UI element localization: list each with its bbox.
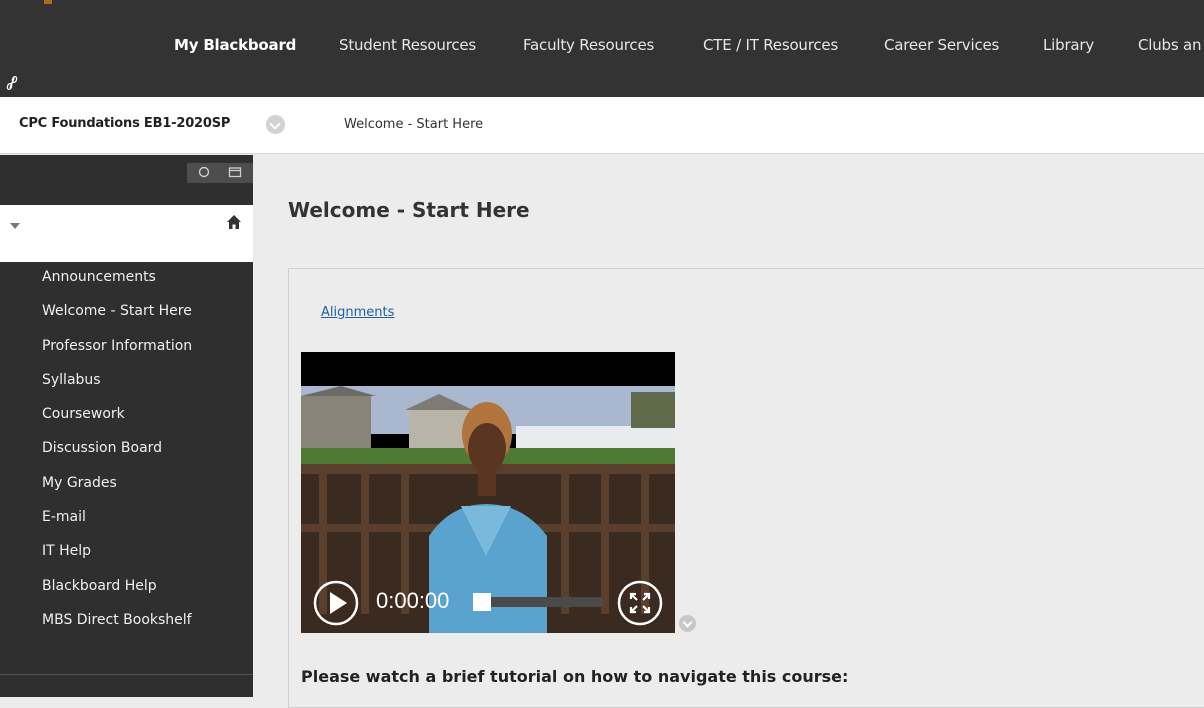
course-menu-sidebar: Announcements Welcome - Start Here Profe… xyxy=(0,155,253,697)
sidebar-item-coursework[interactable]: Coursework xyxy=(0,399,253,433)
sidebar-item-announcements[interactable]: Announcements xyxy=(0,262,253,296)
tab-faculty-resources[interactable]: Faculty Resources xyxy=(523,36,654,54)
sidebar-item-my-grades[interactable]: My Grades xyxy=(0,468,253,502)
link-icon[interactable] xyxy=(6,75,18,94)
course-title[interactable]: CPC Foundations EB1-2020SP xyxy=(19,116,230,131)
progress-fill xyxy=(473,593,491,611)
course-menu-chevron-icon[interactable] xyxy=(266,115,285,134)
breadcrumb-current-page: Welcome - Start Here xyxy=(344,117,484,132)
sidebar-item-syllabus[interactable]: Syllabus xyxy=(0,365,253,399)
video-timecode: 0:00:00 xyxy=(376,588,450,613)
collapse-arrow-icon[interactable] xyxy=(10,223,20,229)
tab-career-services[interactable]: Career Services xyxy=(884,36,999,54)
tutorial-heading: Please watch a brief tutorial on how to … xyxy=(301,667,849,686)
page-title: Welcome - Start Here xyxy=(288,198,530,222)
tab-cte-it-resources[interactable]: CTE / IT Resources xyxy=(703,36,838,54)
sidebar-item-email[interactable]: E-mail xyxy=(0,502,253,536)
sidebar-item-blackboard-help[interactable]: Blackboard Help xyxy=(0,571,253,605)
folder-icon[interactable] xyxy=(228,165,242,183)
fullscreen-icon[interactable] xyxy=(617,580,663,626)
alignments-link[interactable]: Alignments xyxy=(321,305,394,320)
course-menu-list: Announcements Welcome - Start Here Profe… xyxy=(0,262,253,639)
sidebar-header xyxy=(0,205,253,262)
sidebar-tools xyxy=(187,163,253,183)
sidebar-divider xyxy=(0,674,253,675)
home-icon[interactable] xyxy=(225,213,243,231)
video-controls: 0:00:00 xyxy=(301,576,675,633)
refresh-icon[interactable] xyxy=(197,165,211,183)
sidebar-item-welcome[interactable]: Welcome - Start Here xyxy=(0,296,253,330)
video-options-chevron-icon[interactable] xyxy=(679,615,696,632)
sidebar-item-it-help[interactable]: IT Help xyxy=(0,536,253,570)
sidebar-item-discussion-board[interactable]: Discussion Board xyxy=(0,433,253,467)
tab-clubs[interactable]: Clubs an xyxy=(1138,36,1202,54)
sidebar-item-professor-information[interactable]: Professor Information xyxy=(0,331,253,365)
tab-student-resources[interactable]: Student Resources xyxy=(339,36,476,54)
video-player[interactable]: 0:00:00 xyxy=(301,352,675,633)
logo-fragment xyxy=(44,0,52,4)
breadcrumb: CPC Foundations EB1-2020SP Welcome - Sta… xyxy=(0,97,1204,154)
top-navigation-bar: My Blackboard Student Resources Faculty … xyxy=(0,0,1204,97)
sidebar-item-mbs-direct-bookshelf[interactable]: MBS Direct Bookshelf xyxy=(0,605,253,639)
video-progress-bar[interactable] xyxy=(473,593,603,611)
progress-track xyxy=(473,597,603,607)
tab-library[interactable]: Library xyxy=(1043,36,1094,54)
play-icon[interactable] xyxy=(313,580,359,626)
tab-my-blackboard[interactable]: My Blackboard xyxy=(174,36,296,54)
